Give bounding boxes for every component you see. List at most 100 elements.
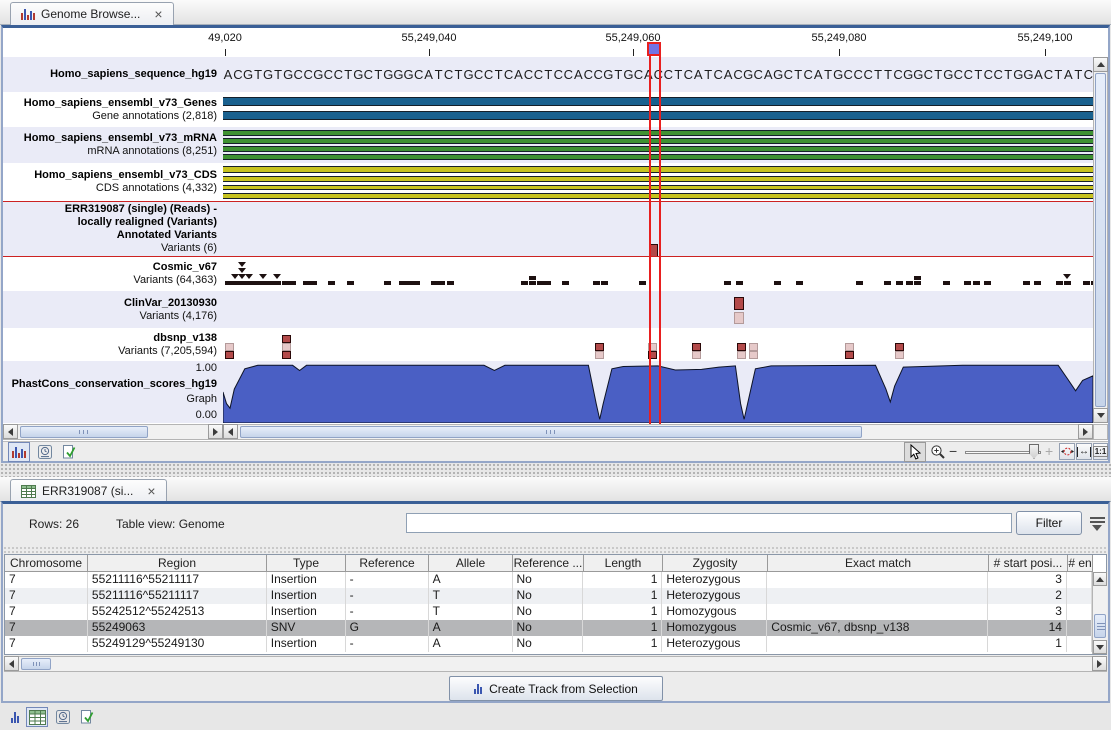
- cosmic-variant-mark[interactable]: [289, 281, 296, 285]
- cosmic-variant-mark[interactable]: [521, 281, 528, 285]
- table-cell[interactable]: Insertion: [267, 636, 346, 652]
- table-horizontal-scrollbar[interactable]: [4, 656, 1107, 672]
- cosmic-variant-triangle[interactable]: [238, 268, 246, 273]
- scroll-down-icon[interactable]: [1093, 640, 1107, 654]
- dbsnp-variant-marker[interactable]: [225, 351, 234, 359]
- table-cell[interactable]: 14: [988, 620, 1067, 636]
- cosmic-variant-mark[interactable]: [328, 281, 335, 285]
- cosmic-variant-mark[interactable]: [274, 281, 281, 285]
- cosmic-variant-mark[interactable]: [601, 281, 608, 285]
- cosmic-variant-mark[interactable]: [239, 281, 246, 285]
- cosmic-variant-mark[interactable]: [856, 281, 863, 285]
- tracks-horizontal-scrollbar[interactable]: [223, 424, 1093, 440]
- dbsnp-variant-marker[interactable]: [595, 351, 604, 359]
- table-splitter[interactable]: [3, 546, 1108, 554]
- cosmic-variant-mark[interactable]: [562, 281, 569, 285]
- cosmic-variant-mark[interactable]: [796, 281, 803, 285]
- table-row[interactable]: 755211116^55211117Insertion-ANo1Heterozy…: [5, 572, 1092, 588]
- table-cell[interactable]: 1: [583, 588, 662, 604]
- cosmic-variant-mark[interactable]: [260, 281, 267, 285]
- scrollbar-thumb[interactable]: [21, 658, 51, 670]
- cosmic-variant-mark[interactable]: [399, 281, 406, 285]
- table-cell[interactable]: Homozygous: [662, 604, 767, 620]
- dbsnp-variant-marker[interactable]: [692, 343, 701, 351]
- cosmic-variant-mark[interactable]: [413, 281, 420, 285]
- cosmic-variant-mark[interactable]: [537, 281, 544, 285]
- cosmic-variant-mark[interactable]: [447, 281, 454, 285]
- scroll-down-icon[interactable]: [1093, 408, 1108, 423]
- cosmic-variant-mark[interactable]: [438, 281, 445, 285]
- dbsnp-variant-marker[interactable]: [895, 343, 904, 351]
- selection-region[interactable]: [649, 55, 661, 425]
- table-cell[interactable]: 7: [5, 604, 88, 620]
- cosmic-variant-triangle[interactable]: [273, 274, 281, 279]
- cosmic-variant-mark[interactable]: [1056, 281, 1063, 285]
- scrollbar-thumb[interactable]: [240, 426, 862, 438]
- column-header-reference-[interactable]: Reference ...: [513, 555, 584, 572]
- tracks-vertical-scrollbar[interactable]: [1093, 57, 1108, 423]
- zoom-in-icon[interactable]: +: [1045, 443, 1053, 459]
- scroll-right-icon[interactable]: [1078, 424, 1093, 439]
- table-cell[interactable]: Heterozygous: [662, 588, 767, 604]
- dbsnp-variant-marker[interactable]: [282, 351, 291, 359]
- zoom-to-selection-button[interactable]: [1059, 443, 1075, 460]
- table-cell[interactable]: [767, 572, 988, 588]
- close-icon[interactable]: ×: [147, 486, 155, 496]
- table-cell[interactable]: No: [513, 604, 584, 620]
- cosmic-variant-mark[interactable]: [1023, 281, 1030, 285]
- scrollbar-thumb[interactable]: [1095, 73, 1106, 407]
- table-cell[interactable]: No: [513, 636, 584, 652]
- table-cell[interactable]: 55242512^55242513: [88, 604, 267, 620]
- zoom-slider-thumb[interactable]: [1029, 444, 1039, 459]
- cosmic-variant-mark[interactable]: [225, 281, 232, 285]
- cosmic-variant-mark[interactable]: [246, 281, 253, 285]
- element-info-button[interactable]: [76, 707, 98, 727]
- cosmic-variant-mark[interactable]: [1064, 281, 1071, 285]
- history-view-button[interactable]: [52, 707, 74, 727]
- table-cell[interactable]: -: [346, 572, 429, 588]
- table-cell[interactable]: [1067, 572, 1092, 588]
- table-cell[interactable]: Heterozygous: [662, 636, 767, 652]
- cosmic-variant-mark[interactable]: [384, 281, 391, 285]
- cosmic-variant-mark[interactable]: [1034, 281, 1041, 285]
- dbsnp-variant-marker[interactable]: [749, 343, 758, 351]
- table-cell[interactable]: T: [429, 588, 513, 604]
- cosmic-variant-mark[interactable]: [232, 281, 239, 285]
- column-header-chromosome[interactable]: Chromosome: [5, 555, 88, 572]
- panel-splitter[interactable]: [0, 463, 1111, 477]
- create-track-button[interactable]: Create Track from Selection: [449, 676, 663, 701]
- cosmic-variant-mark[interactable]: [884, 281, 891, 285]
- table-cell[interactable]: A: [429, 572, 513, 588]
- scrollbar-thumb[interactable]: [1094, 614, 1106, 638]
- cosmic-variant-mark[interactable]: [267, 281, 274, 285]
- table-cell[interactable]: 3: [988, 604, 1067, 620]
- cosmic-variant-mark[interactable]: [639, 281, 646, 285]
- cosmic-variant-mark[interactable]: [406, 281, 413, 285]
- scroll-up-icon[interactable]: [1093, 57, 1108, 72]
- dbsnp-variant-marker[interactable]: [225, 343, 234, 351]
- table-cell[interactable]: SNV: [267, 620, 346, 636]
- close-icon[interactable]: ×: [154, 9, 162, 19]
- table-cell[interactable]: [767, 588, 988, 604]
- clinvar-variant-marker[interactable]: [734, 297, 744, 310]
- column-header-allele[interactable]: Allele: [429, 555, 513, 572]
- table-cell[interactable]: 55249129^55249130: [88, 636, 267, 652]
- scroll-left-icon[interactable]: [4, 656, 19, 671]
- table-cell[interactable]: 3: [988, 572, 1067, 588]
- track-view-mode-button[interactable]: [8, 442, 30, 462]
- table-cell[interactable]: 7: [5, 572, 88, 588]
- dbsnp-variant-marker[interactable]: [282, 335, 291, 343]
- dbsnp-variant-marker[interactable]: [737, 351, 746, 359]
- cosmic-variant-mark[interactable]: [984, 281, 991, 285]
- table-cell[interactable]: A: [429, 636, 513, 652]
- table-cell[interactable]: [1067, 604, 1092, 620]
- pan-select-tool-button[interactable]: [904, 442, 926, 462]
- table-vertical-scrollbar[interactable]: [1092, 572, 1107, 654]
- table-cell[interactable]: G: [346, 620, 429, 636]
- cosmic-variant-mark[interactable]: [736, 281, 743, 285]
- table-cell[interactable]: 55211116^55211117: [88, 572, 267, 588]
- dbsnp-variant-marker[interactable]: [749, 351, 758, 359]
- table-cell[interactable]: Insertion: [267, 588, 346, 604]
- dbsnp-variant-marker[interactable]: [895, 351, 904, 359]
- filter-button[interactable]: Filter: [1016, 511, 1082, 535]
